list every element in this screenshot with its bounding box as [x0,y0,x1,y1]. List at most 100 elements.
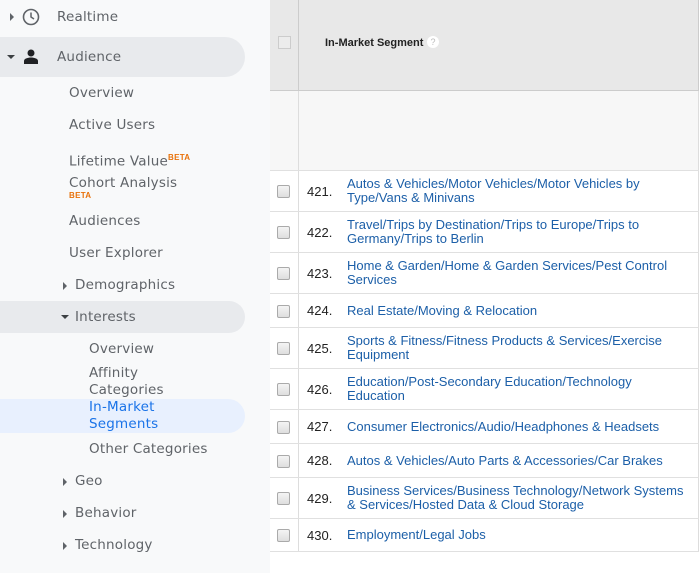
nav-active-users[interactable]: Active Users [0,117,245,135]
row-checkbox[interactable] [277,226,290,239]
row-checkbox[interactable] [277,454,290,468]
nav-affinity-label-2: Categories [89,382,164,398]
nav-cohort-analysis-label: Cohort Analysis [69,175,178,191]
nav-lifetime-value[interactable]: Lifetime ValueBETA [0,149,245,170]
row-checkbox[interactable] [277,267,290,280]
column-divider [298,410,299,443]
table-row: 424. Real Estate/Moving & Relocation [270,293,699,327]
nav-technology-label: Technology [75,537,153,553]
nav-interests-label: Interests [75,309,136,325]
segment-link[interactable]: Employment/Legal Jobs [347,522,692,548]
nav-in-market-label-1: In-Market [89,399,155,415]
nav-audiences[interactable]: Audiences [0,213,245,231]
segment-link[interactable]: Sports & Fitness/Fitness Products & Serv… [347,328,692,368]
row-number: 429. [307,490,333,506]
nav-behavior[interactable]: Behavior [0,505,245,523]
column-divider [298,253,299,293]
row-checkbox[interactable] [277,492,290,505]
collapse-arrow-icon[interactable] [61,315,69,319]
row-checkbox[interactable] [277,529,290,542]
expand-arrow-icon[interactable] [10,13,14,21]
table-row: 428. Autos & Vehicles/Auto Parts & Access… [270,443,699,477]
row-number: 422. [307,224,333,240]
nav-interests-overview[interactable]: Overview [0,341,245,359]
nav-overview-label: Overview [69,85,135,101]
expand-arrow-icon[interactable] [63,510,67,518]
sidebar: Realtime Audience Overview Active Users … [0,0,270,573]
nav-behavior-label: Behavior [75,505,137,521]
column-divider [298,91,299,170]
nav-user-explorer[interactable]: User Explorer [0,245,245,263]
nav-technology[interactable]: Technology [0,537,245,555]
row-number: 428. [307,453,333,468]
column-divider [298,519,299,551]
table-row: 421. Autos & Vehicles/Motor Vehicles/Moto… [270,170,699,211]
segment-link[interactable]: Consumer Electronics/Audio/Headphones & … [347,414,692,440]
collapse-arrow-icon[interactable] [7,55,15,59]
nav-geo-label: Geo [75,473,103,489]
column-divider [298,369,299,409]
select-all-checkbox[interactable] [278,36,291,49]
expand-arrow-icon[interactable] [63,478,67,486]
clock-icon [22,8,40,26]
table-row: 429. Business Services/Business Technolog… [270,477,699,518]
nav-geo[interactable]: Geo [0,473,245,491]
row-number: 421. [307,183,333,199]
nav-interests[interactable]: Interests [0,301,245,333]
column-divider [298,212,299,252]
row-checkbox[interactable] [277,383,290,396]
column-divider [298,294,299,327]
expand-arrow-icon[interactable] [63,542,67,550]
column-divider [298,478,299,518]
column-divider [298,171,299,211]
nav-demographics-label: Demographics [75,277,176,293]
nav-demographics[interactable]: Demographics [0,277,245,295]
data-table: In-Market Segment ? 421. Autos & Vehicles… [270,0,700,573]
segment-link[interactable]: Education/Post-Secondary Education/Techn… [347,369,692,409]
nav-active-users-label: Active Users [69,117,156,133]
row-number: 427. [307,419,333,434]
nav-audience-label: Audience [57,49,122,65]
nav-realtime[interactable]: Realtime [0,0,245,34]
nav-lifetime-value-label: Lifetime Value [69,153,168,170]
nav-realtime-label: Realtime [57,9,119,25]
beta-badge: BETA [69,191,92,200]
nav-other-categories[interactable]: Other Categories [0,441,245,459]
nav-overview[interactable]: Overview [0,85,245,103]
segment-link[interactable]: Travel/Trips by Destination/Trips to Eur… [347,212,692,252]
nav-affinity-label-1: Affinity [89,365,139,381]
row-checkbox[interactable] [277,304,290,318]
table-row: 423. Home & Garden/Home & Garden Services… [270,252,699,293]
segment-link[interactable]: Home & Garden/Home & Garden Services/Pes… [347,253,692,293]
nav-cohort-analysis[interactable]: Cohort Analysis BETA [0,175,245,201]
table-row: 427. Consumer Electronics/Audio/Headphone… [270,409,699,443]
column-header-in-market-segment[interactable]: In-Market Segment [325,37,423,49]
segment-link[interactable]: Business Services/Business Technology/Ne… [347,478,692,518]
summary-row [270,91,699,170]
row-number: 424. [307,303,333,318]
row-number: 425. [307,340,333,356]
nav-interests-overview-label: Overview [89,341,155,357]
segment-link[interactable]: Autos & Vehicles/Auto Parts & Accessorie… [347,448,692,474]
person-icon [24,49,38,64]
row-checkbox[interactable] [277,185,290,198]
row-checkbox[interactable] [277,420,290,434]
row-number: 430. [307,527,333,543]
column-divider [298,328,299,368]
row-number: 426. [307,381,333,397]
nav-in-market-label-2: Segments [89,416,159,432]
nav-affinity-categories[interactable]: Affinity Categories [0,365,245,399]
column-divider [298,444,299,477]
expand-arrow-icon[interactable] [63,282,67,290]
nav-in-market-segments[interactable]: In-Market Segments [0,399,245,433]
segment-link[interactable]: Autos & Vehicles/Motor Vehicles/Motor Ve… [347,171,692,211]
nav-audiences-label: Audiences [69,213,141,229]
table-header: In-Market Segment ? [270,0,699,91]
help-icon[interactable]: ? [427,36,439,48]
table-row: 425. Sports & Fitness/Fitness Products & … [270,327,699,368]
row-checkbox[interactable] [277,342,290,355]
table-row: 426. Education/Post-Secondary Education/T… [270,368,699,409]
nav-audience[interactable]: Audience [0,37,245,77]
segment-link[interactable]: Real Estate/Moving & Relocation [347,298,692,324]
table-row: 422. Travel/Trips by Destination/Trips to… [270,211,699,252]
